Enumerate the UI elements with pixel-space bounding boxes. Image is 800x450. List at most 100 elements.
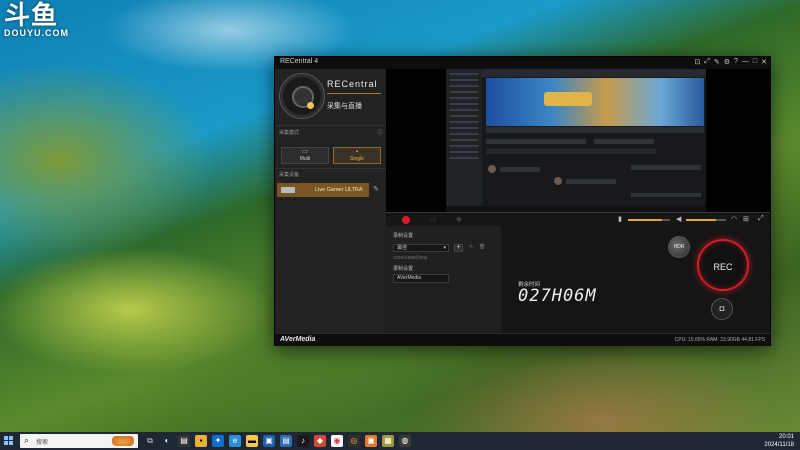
record-panel: 剩余时间 027H06M HDR REC ◘ [501, 226, 770, 333]
multi-icon: ▭ [302, 149, 308, 155]
task-view-icon[interactable]: ⧉ [144, 435, 156, 447]
preview-volume-slider[interactable] [628, 219, 670, 221]
captured-avatar [488, 165, 496, 173]
device-section-label: 采集设备 [279, 172, 300, 178]
mode-multi-label: Multi [299, 156, 311, 162]
divider [275, 125, 386, 126]
captured-sidebar [446, 69, 482, 212]
left-panel: RECentral 采集与直播 采集模式 ⓘ ▭ Multi ▪ Single … [275, 69, 387, 333]
speaker-icon[interactable]: ◀ [676, 215, 681, 223]
captured-avatar [554, 177, 562, 185]
chrome-icon[interactable]: ◉ [331, 435, 343, 447]
file-explorer-icon[interactable]: ▤ [178, 435, 190, 447]
device-name: Live Gamer ULTRA [315, 187, 363, 193]
steam-icon[interactable]: ◐ [161, 435, 173, 447]
window-controls: ⊡ ⤢ ✎ ⚙ ? — □ ✕ [694, 58, 767, 66]
captured-row [566, 179, 616, 184]
mode-single-button[interactable]: ▪ Single [333, 147, 381, 164]
help-icon[interactable]: ? [734, 58, 738, 66]
folder-field[interactable]: AVerMedia [393, 274, 449, 283]
settings-icon[interactable]: ⚙ [724, 58, 730, 66]
captured-tabs [486, 127, 704, 133]
captured-screen [446, 69, 706, 212]
window-title: RECentral 4 [280, 58, 319, 65]
record-settings-panel: 录制设置 最佳 ▾ + ✎ 🗑 1920x1080@60p 录制设置 AVerM… [386, 226, 502, 333]
add-preset-button[interactable]: + [454, 244, 463, 252]
title-bar: RECentral 4 ⊡ ⤢ ✎ ⚙ ? — □ ✕ [275, 57, 770, 69]
folder-value: AVerMedia [397, 275, 422, 281]
info-icon[interactable]: ⓘ [377, 128, 383, 137]
delete-preset-icon[interactable]: 🗑 [479, 244, 485, 250]
taskbar: ⌕ 搜索 ⧉ ◐ ▤ ▪ ✦ e ▬ ▣ ▤ ♪ ◆ ◉ ◎ ▣ ▦ ◍ 20:… [0, 432, 800, 450]
audio-settings-icon[interactable]: ▮ [618, 215, 622, 223]
snapshot-settings-icon[interactable]: ⊞ [743, 215, 749, 223]
record-indicator-icon[interactable] [402, 216, 410, 224]
avermedia-logo: AVerMedia [280, 336, 316, 343]
fullscreen-icon[interactable]: ⤢ [758, 215, 764, 223]
douyu-logo: 斗鱼 [4, 0, 59, 30]
status-bar: AVerMedia CPU: 15.65% RAM: 23.90GB 44.81… [275, 333, 770, 346]
app-icon[interactable]: ◍ [399, 435, 411, 447]
close-button[interactable]: ✕ [761, 58, 767, 66]
mode-single-label: Single [350, 156, 364, 162]
performance-stats: CPU: 15.65% RAM: 23.90GB 44.81 FPS [674, 337, 765, 343]
mode-subtitle: 采集与直播 [327, 103, 362, 110]
brand-name: RECentral [327, 79, 378, 89]
file-section-label: 录制设置 [393, 266, 414, 272]
volume-slider[interactable] [686, 219, 726, 221]
captured-row [594, 139, 654, 144]
app-icon[interactable]: ▤ [280, 435, 292, 447]
tiktok-icon[interactable]: ♪ [297, 435, 309, 447]
divider [275, 168, 386, 169]
camera-tab-icon[interactable]: ▭ [430, 215, 437, 223]
app-icon[interactable]: ▦ [382, 435, 394, 447]
system-clock[interactable]: 20:01 2024/11/18 [764, 433, 794, 449]
app-icon[interactable]: ◆ [314, 435, 326, 447]
edge-icon[interactable]: e [229, 435, 241, 447]
clock-time: 20:01 [778, 434, 794, 440]
douyu-watermark: 斗鱼 DOUYU.COM [4, 2, 69, 38]
headphones-icon[interactable]: ◠ [731, 215, 737, 223]
device-thumbnail [281, 187, 295, 193]
snapshot-camera-icon[interactable]: ◘ [711, 298, 733, 320]
captured-row [486, 139, 586, 144]
captured-row [631, 193, 701, 197]
recentral-window: RECentral 4 ⊡ ⤢ ✎ ⚙ ? — □ ✕ RECentral 采集… [274, 56, 771, 346]
maximize-button[interactable]: □ [753, 58, 757, 66]
expand-icon[interactable]: ⤢ [704, 58, 710, 66]
edit-preset-icon[interactable]: ✎ [469, 244, 473, 250]
stream-tab-icon[interactable]: ◉ [456, 215, 462, 223]
captured-row [486, 149, 656, 154]
app-icon[interactable]: ▣ [365, 435, 377, 447]
app-icon[interactable]: ▣ [263, 435, 275, 447]
mode-multi-button[interactable]: ▭ Multi [281, 147, 329, 164]
app-icon[interactable]: ✦ [212, 435, 224, 447]
folder-icon[interactable]: ▬ [246, 435, 258, 447]
windows-start-icon[interactable] [4, 436, 14, 446]
search-placeholder: 搜索 [36, 440, 49, 446]
app-logo-area: RECentral 采集与直播 [277, 71, 384, 123]
settings-section-label: 录制设置 [393, 233, 414, 239]
quality-info: 1920x1080@60p [393, 255, 428, 260]
app-icon[interactable]: ▪ [195, 435, 207, 447]
minimize-button[interactable]: — [742, 58, 749, 66]
search-icon: ⌕ [24, 435, 30, 445]
dial-icon [279, 73, 325, 119]
device-item[interactable]: Live Gamer ULTRA [277, 183, 369, 197]
rec-button[interactable]: REC [697, 239, 749, 291]
chevron-down-icon: ▾ [443, 245, 446, 251]
hdr-button[interactable]: HDR [668, 236, 690, 258]
taskbar-search[interactable]: ⌕ 搜索 [20, 434, 138, 448]
captured-row [500, 167, 540, 172]
clock-date: 2024/11/18 [764, 442, 794, 448]
douyu-site: DOUYU.COM [4, 28, 69, 38]
mode-section-label: 采集模式 [279, 130, 300, 136]
layout-icon[interactable]: ⊡ [694, 58, 700, 66]
edit-device-icon[interactable]: ✎ [373, 185, 379, 193]
preset-select[interactable]: 最佳 ▾ [393, 244, 449, 252]
recentral-taskbar-icon[interactable]: ◎ [348, 435, 360, 447]
video-preview [386, 69, 770, 212]
preset-value: 最佳 [397, 245, 408, 251]
edit-icon[interactable]: ✎ [714, 58, 720, 66]
single-icon: ▪ [355, 149, 359, 155]
